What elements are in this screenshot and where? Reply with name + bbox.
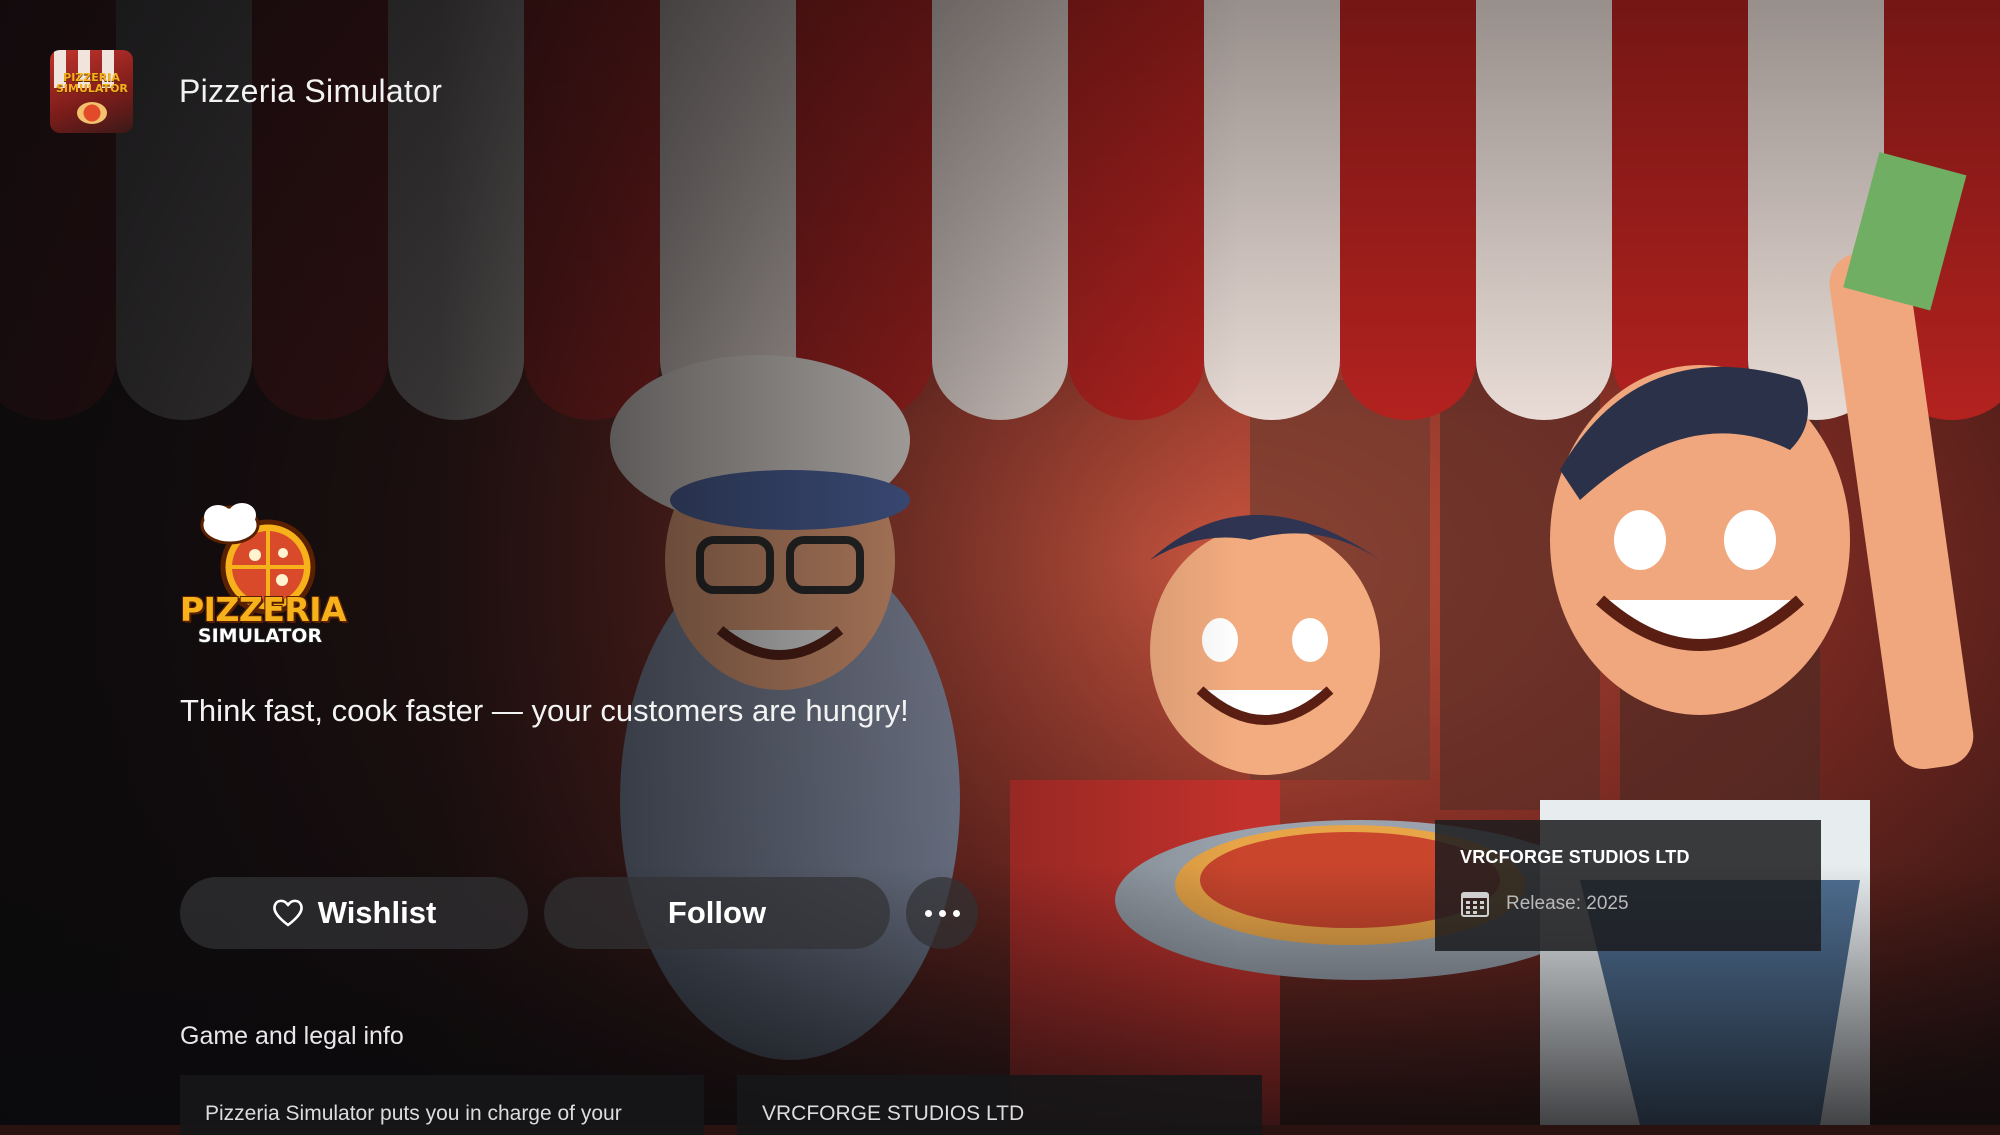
game-info-card: VRCFORGE STUDIOS LTD Release: 2025	[1435, 820, 1821, 951]
follow-label: Follow	[667, 895, 767, 930]
logo-subtitle: SIMULATOR	[197, 625, 323, 647]
legal-section-title: Game and legal info	[180, 1022, 404, 1050]
more-options-button[interactable]	[906, 877, 978, 949]
publisher-name: VRCFORGE STUDIOS LTD	[1460, 847, 1690, 867]
pizza-icon	[77, 102, 107, 124]
logo-title: PIZZERIA	[180, 590, 347, 629]
game-icon[interactable]: PIZZERIA SIMULATOR	[50, 50, 133, 133]
game-logo: PIZZERIA SIMULATOR	[180, 495, 347, 655]
follow-button[interactable]: Follow	[544, 877, 890, 949]
more-options-icon	[924, 909, 960, 917]
wishlist-button[interactable]: Wishlist	[180, 877, 528, 949]
action-buttons: Wishlist Follow	[180, 877, 978, 949]
description-card[interactable]: Pizzeria Simulator puts you in charge of…	[180, 1075, 704, 1135]
game-tagline: Think fast, cook faster — your customers…	[180, 693, 909, 728]
page-title: Pizzeria Simulator	[179, 73, 443, 109]
publisher-card[interactable]: VRCFORGE STUDIOS LTD	[737, 1075, 1262, 1135]
heart-icon	[272, 898, 304, 928]
release-row: Release: 2025	[1460, 890, 1796, 918]
release-date: Release: 2025	[1506, 893, 1629, 914]
top-bar: PIZZERIA SIMULATOR Pizzeria Simulator	[50, 50, 442, 133]
calendar-icon	[1461, 892, 1489, 917]
app-icon-text: PIZZERIA SIMULATOR	[56, 71, 128, 95]
wishlist-label: Wishlist	[317, 895, 437, 930]
